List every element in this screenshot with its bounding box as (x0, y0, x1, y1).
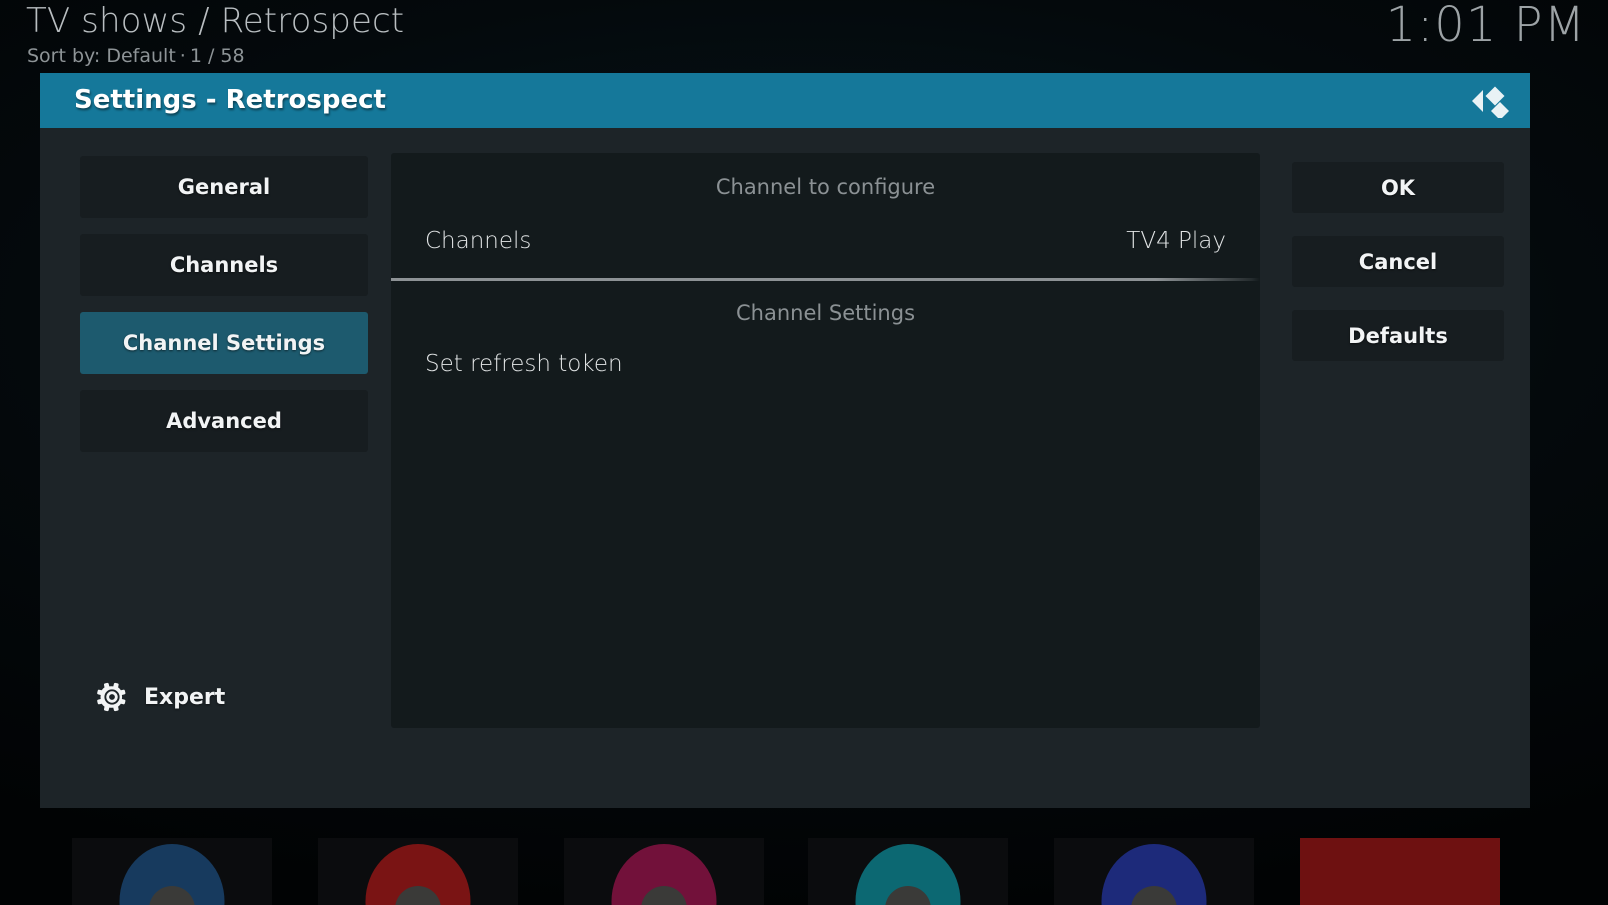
sidebar-item-advanced[interactable]: Advanced (80, 390, 368, 452)
setting-row-channels[interactable]: Channels TV4 Play (425, 214, 1226, 268)
defaults-button[interactable]: Defaults (1292, 310, 1504, 361)
settings-dialog: Settings - Retrospect General Channels C… (40, 73, 1530, 808)
breadcrumb: TV shows / Retrospect (26, 1, 405, 41)
separator-dot: · (179, 45, 186, 67)
setting-value: TV4 Play (1126, 228, 1226, 254)
poster-thumbnail (72, 838, 272, 905)
clock: 1:01 PM (1385, 0, 1586, 53)
sidebar-item-label: Channels (169, 253, 279, 277)
poster-thumbnail (1300, 838, 1500, 905)
ok-button-label: OK (1380, 175, 1416, 200)
group-title-channel-to-configure: Channel to configure (715, 175, 936, 199)
poster-thumbnail (1054, 838, 1254, 905)
setting-label: Set refresh token (425, 351, 623, 377)
item-count: 1 / 58 (189, 45, 245, 67)
media-header: TV shows / Retrospect Sort by: Default · 1… (0, 0, 1608, 72)
poster-strip (0, 838, 1608, 905)
ok-button[interactable]: OK (1292, 162, 1504, 213)
settings-category-list: General Channels Channel Settings Advanc… (80, 156, 368, 468)
settings-content-panel: Channel to configure Channels TV4 Play C… (391, 153, 1260, 728)
cancel-button-label: Cancel (1358, 249, 1438, 274)
sidebar-item-general[interactable]: General (80, 156, 368, 218)
defaults-button-label: Defaults (1348, 323, 1448, 348)
group-title-channel-settings: Channel Settings (735, 301, 916, 325)
kodi-logo-icon (1465, 84, 1515, 120)
sidebar-item-channels[interactable]: Channels (80, 234, 368, 296)
sidebar-item-label: Channel Settings (122, 331, 326, 355)
setting-row-set-refresh-token[interactable]: Set refresh token (425, 337, 1226, 391)
poster-thumbnail (318, 838, 518, 905)
sort-label: Sort by: Default (27, 45, 176, 67)
dialog-action-buttons: OK Cancel Defaults (1292, 162, 1504, 384)
dialog-title: Settings - Retrospect (74, 85, 386, 115)
sidebar-item-label: Advanced (166, 409, 282, 433)
gear-icon (96, 681, 128, 713)
settings-level-label: Expert (144, 684, 226, 710)
settings-level-button[interactable]: Expert (96, 673, 225, 721)
poster-thumbnail (564, 838, 764, 905)
sidebar-item-channel-settings[interactable]: Channel Settings (80, 312, 368, 374)
kodi-screen: TV shows / Retrospect Sort by: Default · 1… (0, 0, 1608, 905)
setting-label: Channels (425, 228, 532, 254)
cancel-button[interactable]: Cancel (1292, 236, 1504, 287)
dialog-titlebar: Settings - Retrospect (40, 73, 1530, 128)
poster-thumbnail (808, 838, 1008, 905)
sidebar-item-label: General (177, 175, 271, 199)
sort-and-count: Sort by: Default · 1 / 58 (27, 45, 245, 67)
group-divider (391, 278, 1260, 281)
